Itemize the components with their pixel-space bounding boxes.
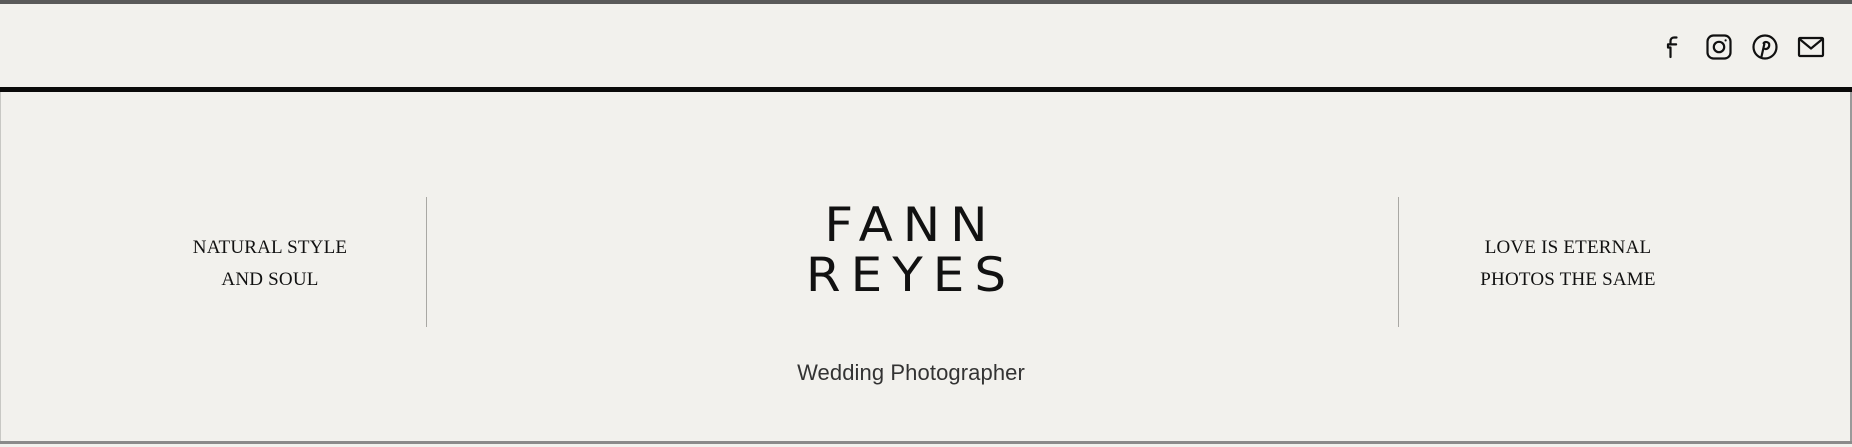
left-tagline-line: AND SOUL [221, 269, 319, 290]
logo-line-second: REYES [805, 247, 1017, 303]
facebook-icon [1658, 32, 1688, 62]
email-link[interactable] [1796, 32, 1826, 62]
social-links [1658, 32, 1826, 62]
site-subtitle: Wedding Photographer [797, 360, 1025, 385]
site-header [0, 4, 1852, 88]
window-bottom-edge [0, 441, 1852, 444]
instagram-icon [1704, 32, 1734, 62]
vertical-divider-right [1398, 197, 1399, 327]
right-tagline-line: PHOTOS THE SAME [1480, 269, 1656, 290]
left-tagline-line: NATURAL STYLE [192, 237, 348, 258]
right-tagline-line: LOVE IS ETERNAL [1484, 237, 1652, 258]
email-icon [1796, 32, 1826, 62]
logo-line-first: FANN [824, 197, 998, 253]
site-logo[interactable]: FANN REYES [726, 200, 1096, 300]
instagram-link[interactable] [1704, 32, 1734, 62]
pinterest-icon [1750, 32, 1780, 62]
left-tagline: NATURAL STYLE AND SOUL [120, 232, 420, 296]
hero-section: NATURAL STYLE AND SOUL FANN REYES Weddin… [0, 92, 1852, 442]
vertical-divider-left [426, 197, 427, 327]
facebook-link[interactable] [1658, 32, 1688, 62]
pinterest-link[interactable] [1750, 32, 1780, 62]
right-tagline: LOVE IS ETERNAL PHOTOS THE SAME [1418, 232, 1718, 296]
